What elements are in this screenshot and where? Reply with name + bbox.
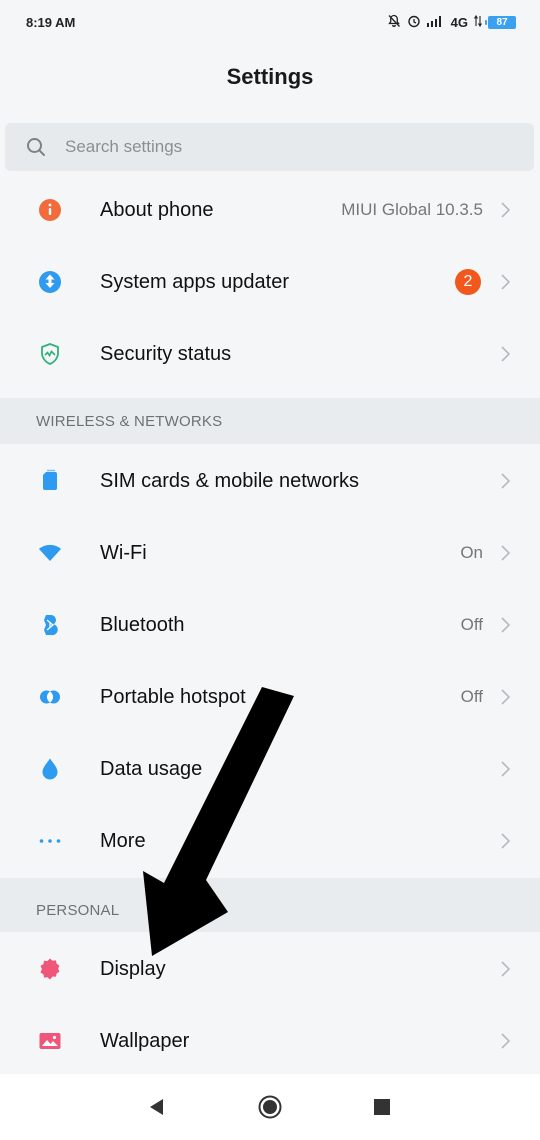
update-count-badge: 2 [455,269,481,295]
display-icon [38,957,62,981]
info-icon [38,198,62,222]
settings-row-data-usage[interactable]: Data usage [0,733,540,805]
chevron-right-icon [496,832,514,850]
settings-row-more[interactable]: More [0,805,540,877]
bluetooth-icon [38,613,62,637]
page-title: Settings [226,64,314,89]
row-label: Security status [100,342,232,365]
settings-row-display[interactable]: Display [0,933,540,1005]
chevron-right-icon [496,472,514,490]
row-label: System apps updater [100,270,289,293]
row-value: On [460,543,483,562]
settings-row-bluetooth[interactable]: Bluetooth Off [0,589,540,661]
alarm-icon [407,14,421,30]
network-type: 4G [450,14,468,30]
hotspot-icon [38,685,62,709]
row-label: More [100,829,146,852]
chevron-right-icon [496,544,514,562]
chevron-right-icon [496,760,514,778]
sim-card-icon [38,469,62,493]
search-bar[interactable] [5,123,534,171]
chevron-right-icon [496,273,514,291]
row-value: MIUI Global 10.3.5 [341,200,483,219]
row-label: Bluetooth [100,613,185,636]
back-icon[interactable] [144,1095,168,1119]
signal-icon [426,15,445,29]
status-icons: 4G 87 [387,14,516,30]
row-label: SIM cards & mobile networks [100,469,359,492]
shield-icon [38,342,62,366]
status-time: 8:19 AM [26,14,76,30]
silent-bell-icon [387,14,401,30]
status-bar: 8:19 AM 4G 87 [0,0,540,44]
recents-icon[interactable] [370,1095,394,1119]
wallpaper-icon [38,1029,62,1053]
settings-row-sim-cards[interactable]: SIM cards & mobile networks [0,445,540,517]
row-value: Off [460,687,483,706]
settings-row-wallpaper[interactable]: Wallpaper [0,1005,540,1077]
row-label: About phone [100,198,214,221]
chevron-right-icon [496,688,514,706]
chevron-right-icon [496,1032,514,1050]
chevron-right-icon [496,201,514,219]
home-icon[interactable] [258,1095,282,1119]
settings-row-about-phone[interactable]: About phone MIUI Global 10.3.5 [0,174,540,246]
wifi-icon [38,541,62,565]
more-dots-icon [38,829,62,853]
row-label: Data usage [100,757,203,780]
navigation-bar [0,1074,540,1140]
chevron-right-icon [496,616,514,634]
row-label: Portable hotspot [100,685,246,708]
settings-row-system-apps-updater[interactable]: System apps updater 2 [0,246,540,318]
row-value: Off [460,615,483,634]
battery-indicator: 87 [485,15,516,29]
row-label: Wi-Fi [100,541,147,564]
chevron-right-icon [496,345,514,363]
water-drop-icon [38,757,62,781]
row-label: Display [100,957,166,980]
search-icon [25,136,47,158]
data-arrows-icon [474,14,482,29]
update-arrow-icon [38,270,62,294]
search-input[interactable] [65,137,445,157]
row-label: Wallpaper [100,1029,190,1052]
settings-row-portable-hotspot[interactable]: Portable hotspot Off [0,661,540,733]
settings-row-wifi[interactable]: Wi-Fi On [0,517,540,589]
chevron-right-icon [496,960,514,978]
settings-row-security-status[interactable]: Security status [0,318,540,390]
section-header-wireless: WIRELESS & NETWORKS [0,398,540,444]
section-header-personal: PERSONAL [0,878,540,932]
